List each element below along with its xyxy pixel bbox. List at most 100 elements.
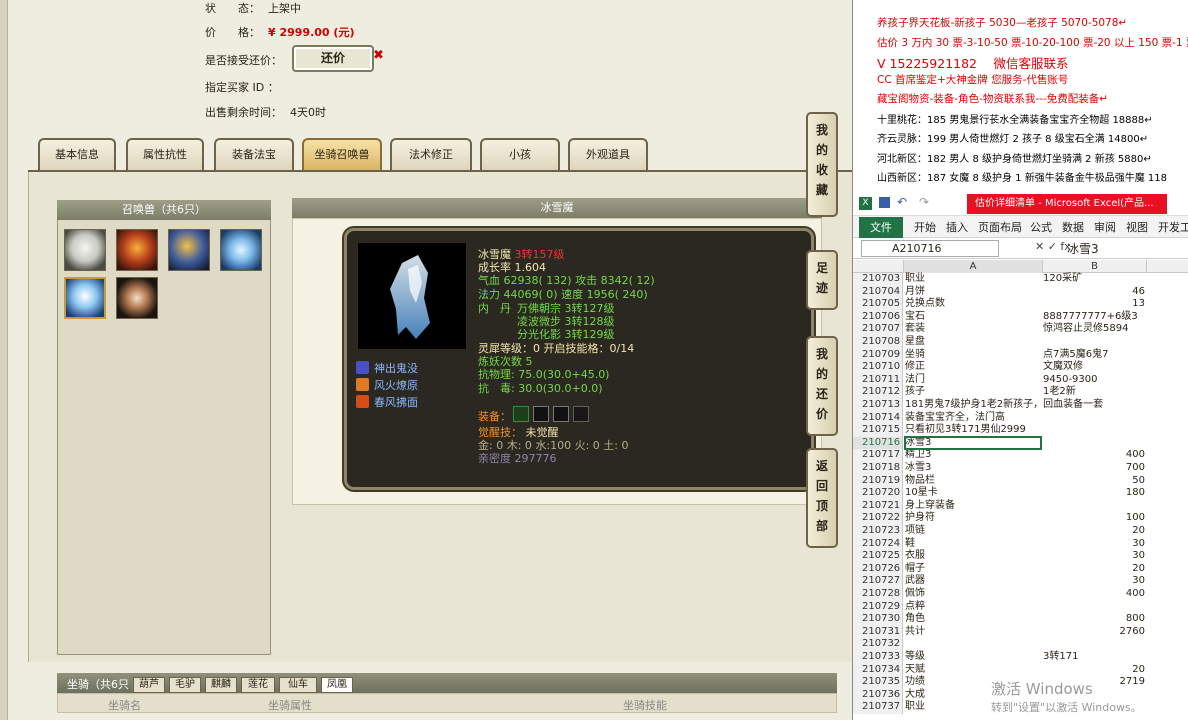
row-number[interactable]: 210732 bbox=[853, 638, 903, 651]
row-number[interactable]: 210736 bbox=[853, 688, 903, 702]
cell-b-number[interactable]: 30 bbox=[1043, 550, 1145, 563]
sheet-row[interactable]: 210730 角色 800 bbox=[853, 613, 1188, 626]
row-number[interactable]: 210708 bbox=[853, 336, 903, 349]
pet-thumb-lion[interactable] bbox=[116, 229, 158, 271]
cell-b-number[interactable]: 400 bbox=[1043, 588, 1145, 601]
save-icon[interactable] bbox=[879, 197, 890, 208]
sheet-row[interactable]: 210704 月饼 46 bbox=[853, 285, 1188, 299]
tab-children[interactable]: 小孩 bbox=[480, 138, 560, 170]
cell-b-text[interactable]: 点7满5魔6鬼7 bbox=[1043, 349, 1108, 362]
sheet-row[interactable]: 210709 坐骑 点7满5魔6鬼7 bbox=[853, 348, 1188, 362]
formula-input[interactable]: 冰雪3 bbox=[1067, 240, 1099, 257]
pet-thumb-dragon[interactable] bbox=[168, 229, 210, 271]
cell-a[interactable]: 坐骑 bbox=[905, 349, 925, 362]
row-number[interactable]: 210704 bbox=[853, 285, 903, 299]
sheet-row[interactable]: 210732 bbox=[853, 638, 1188, 651]
cell-b-number[interactable]: 30 bbox=[1043, 575, 1145, 588]
tab-appearance[interactable]: 外观道具 bbox=[568, 138, 648, 170]
cell-a[interactable]: 共计 bbox=[905, 626, 925, 639]
tab-spell-mod[interactable]: 法术修正 bbox=[390, 138, 472, 170]
cell-a[interactable]: 角色 bbox=[905, 613, 925, 626]
formula-buttons[interactable]: ✕ ✓ fx bbox=[1035, 240, 1071, 253]
sheet-row[interactable]: 210708 星盘 bbox=[853, 336, 1188, 349]
mount-tab-phoenix[interactable]: 凤凰 bbox=[321, 677, 353, 693]
row-number[interactable]: 210705 bbox=[853, 298, 903, 311]
cell-a[interactable]: 精卫3 bbox=[905, 449, 931, 462]
cell-a[interactable]: 181男鬼7级护身1老2新孩子，回血装备一套 bbox=[905, 399, 1103, 412]
sheet-row[interactable]: 210710 修正 文魔双修 bbox=[853, 361, 1188, 374]
cell-a[interactable]: 天赋 bbox=[905, 664, 925, 677]
row-number[interactable]: 210712 bbox=[853, 386, 903, 399]
tab-mounts-pets[interactable]: 坐骑召唤兽 bbox=[302, 138, 382, 170]
row-number[interactable]: 210715 bbox=[853, 424, 903, 437]
sheet-row[interactable]: 210731 共计 2760 bbox=[853, 625, 1188, 639]
sheet-row[interactable]: 210714 装备宝宝齐全，法门高 bbox=[853, 411, 1188, 425]
row-number[interactable]: 210723 bbox=[853, 525, 903, 538]
cell-a[interactable]: 装备宝宝齐全，法门高 bbox=[905, 412, 1005, 425]
cell-a[interactable]: 月饼 bbox=[905, 286, 925, 299]
row-number[interactable]: 210711 bbox=[853, 373, 903, 387]
mount-tab-qilin[interactable]: 麒麟 bbox=[205, 677, 237, 693]
pet-thumb-ice-demon-selected[interactable] bbox=[64, 277, 106, 319]
cell-a[interactable]: 修正 bbox=[905, 361, 925, 374]
cell-b-text[interactable]: 8887777777+6级3 bbox=[1043, 311, 1138, 324]
sheet-row[interactable]: 210719 物品栏 50 bbox=[853, 474, 1188, 488]
mount-tab-donkey[interactable]: 毛驴 bbox=[169, 677, 201, 693]
cell-b-number[interactable]: 13 bbox=[1043, 298, 1145, 311]
row-number[interactable]: 210733 bbox=[853, 651, 903, 664]
haggle-close-icon[interactable]: ✖ bbox=[373, 48, 384, 63]
row-number[interactable]: 210731 bbox=[853, 625, 903, 639]
cell-b-number[interactable]: 20 bbox=[1043, 563, 1145, 576]
row-number[interactable]: 210726 bbox=[853, 562, 903, 576]
row-number[interactable]: 210710 bbox=[853, 361, 903, 374]
row-number[interactable]: 210728 bbox=[853, 588, 903, 601]
equip-slot-1[interactable] bbox=[513, 406, 529, 422]
ribbon-tab-layout[interactable]: 页面布局 bbox=[978, 217, 1022, 238]
cell-b-number[interactable]: 50 bbox=[1043, 475, 1145, 488]
mount-tab-lotus[interactable]: 莲花 bbox=[241, 677, 275, 693]
row-number[interactable]: 210713 bbox=[853, 399, 903, 412]
cell-b-number[interactable]: 46 bbox=[1043, 286, 1145, 299]
sheet-row[interactable]: 210707 套装 惊鸿容止灵修5894 bbox=[853, 323, 1188, 336]
cell-a[interactable]: 法门 bbox=[905, 374, 925, 387]
row-number[interactable]: 210719 bbox=[853, 474, 903, 488]
sheet-row[interactable]: 210720 10星卡 180 bbox=[853, 487, 1188, 500]
cell-b-number[interactable]: 400 bbox=[1043, 449, 1145, 462]
excel-file-tab[interactable]: 文件 bbox=[859, 217, 903, 238]
cell-a[interactable]: 职业 bbox=[905, 273, 925, 286]
column-header-b[interactable]: B bbox=[1043, 260, 1147, 273]
cell-a[interactable]: 等级 bbox=[905, 651, 925, 664]
ribbon-tab-developer[interactable]: 开发工具 bbox=[1158, 217, 1188, 238]
cell-b-number[interactable]: 100 bbox=[1043, 512, 1145, 525]
cell-a[interactable]: 只看初见3转171男仙2999 bbox=[905, 424, 1026, 437]
select-all-corner[interactable] bbox=[853, 260, 904, 273]
cell-a[interactable]: 星盘 bbox=[905, 336, 925, 349]
sheet-row[interactable]: 210712 孩子 1老2新 bbox=[853, 386, 1188, 399]
ribbon-tab-data[interactable]: 数据 bbox=[1062, 217, 1084, 238]
cell-b-text[interactable]: 9450-9300 bbox=[1043, 374, 1098, 387]
cell-a[interactable]: 职业 bbox=[905, 701, 925, 714]
cell-a[interactable]: 护身符 bbox=[905, 512, 935, 525]
ribbon-tab-review[interactable]: 审阅 bbox=[1094, 217, 1116, 238]
name-box[interactable]: A210716 bbox=[861, 240, 999, 257]
skill-row-3[interactable]: 春风拂面 bbox=[356, 394, 418, 410]
pet-thumb-ice[interactable] bbox=[220, 229, 262, 271]
sheet-row[interactable]: 210723 项链 20 bbox=[853, 525, 1188, 538]
sheet-row[interactable]: 210705 兑换点数 13 bbox=[853, 298, 1188, 311]
sheet-row[interactable]: 210722 护身符 100 bbox=[853, 512, 1188, 525]
sheet-row[interactable]: 210718 冰雪3 700 bbox=[853, 462, 1188, 475]
tab-equipment[interactable]: 装备法宝 bbox=[214, 138, 294, 170]
pet-thumb-polar-bear[interactable] bbox=[64, 229, 106, 271]
tab-basic-info[interactable]: 基本信息 bbox=[38, 138, 116, 170]
sheet-row[interactable]: 210721 身上穿装备 bbox=[853, 499, 1188, 513]
mount-tab-gourd[interactable]: 葫芦 bbox=[133, 677, 165, 693]
cell-b-number[interactable]: 30 bbox=[1043, 538, 1145, 551]
back-to-top-button[interactable]: 返回顶部 bbox=[806, 448, 838, 548]
row-number[interactable]: 210717 bbox=[853, 449, 903, 462]
cell-b-number[interactable]: 20 bbox=[1043, 525, 1145, 538]
cell-a[interactable]: 衣服 bbox=[905, 550, 925, 563]
row-number[interactable]: 210737 bbox=[853, 701, 903, 714]
cell-a[interactable]: 武器 bbox=[905, 575, 925, 588]
cell-a[interactable]: 10星卡 bbox=[905, 487, 938, 500]
row-number[interactable]: 210722 bbox=[853, 512, 903, 525]
